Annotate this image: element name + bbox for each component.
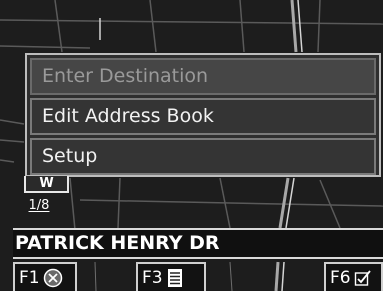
list-document-icon — [166, 268, 184, 288]
f1-label: F1 — [19, 267, 40, 288]
f1-button[interactable]: F1 — [13, 262, 77, 291]
current-street-bar: PATRICK HENRY DR — [13, 228, 383, 259]
destination-menu: Enter Destination Edit Address Book Setu… — [25, 53, 381, 177]
cancel-circle-icon — [43, 268, 63, 288]
f6-label: F6 — [330, 267, 351, 288]
street-name: PATRICK HENRY DR — [15, 232, 220, 254]
map-scale-value: 1/8 — [28, 198, 50, 213]
checkbox-edit-icon — [354, 269, 372, 287]
menu-item-enter-destination[interactable]: Enter Destination — [30, 58, 376, 95]
compass-heading: W — [24, 176, 69, 193]
menu-item-edit-address-book[interactable]: Edit Address Book — [30, 98, 376, 135]
f3-button[interactable]: F3 — [136, 262, 206, 291]
f6-button[interactable]: F6 — [324, 262, 383, 291]
menu-item-setup[interactable]: Setup — [30, 138, 376, 175]
map-scale[interactable]: 1/8 — [14, 196, 64, 218]
f3-label: F3 — [142, 267, 163, 288]
